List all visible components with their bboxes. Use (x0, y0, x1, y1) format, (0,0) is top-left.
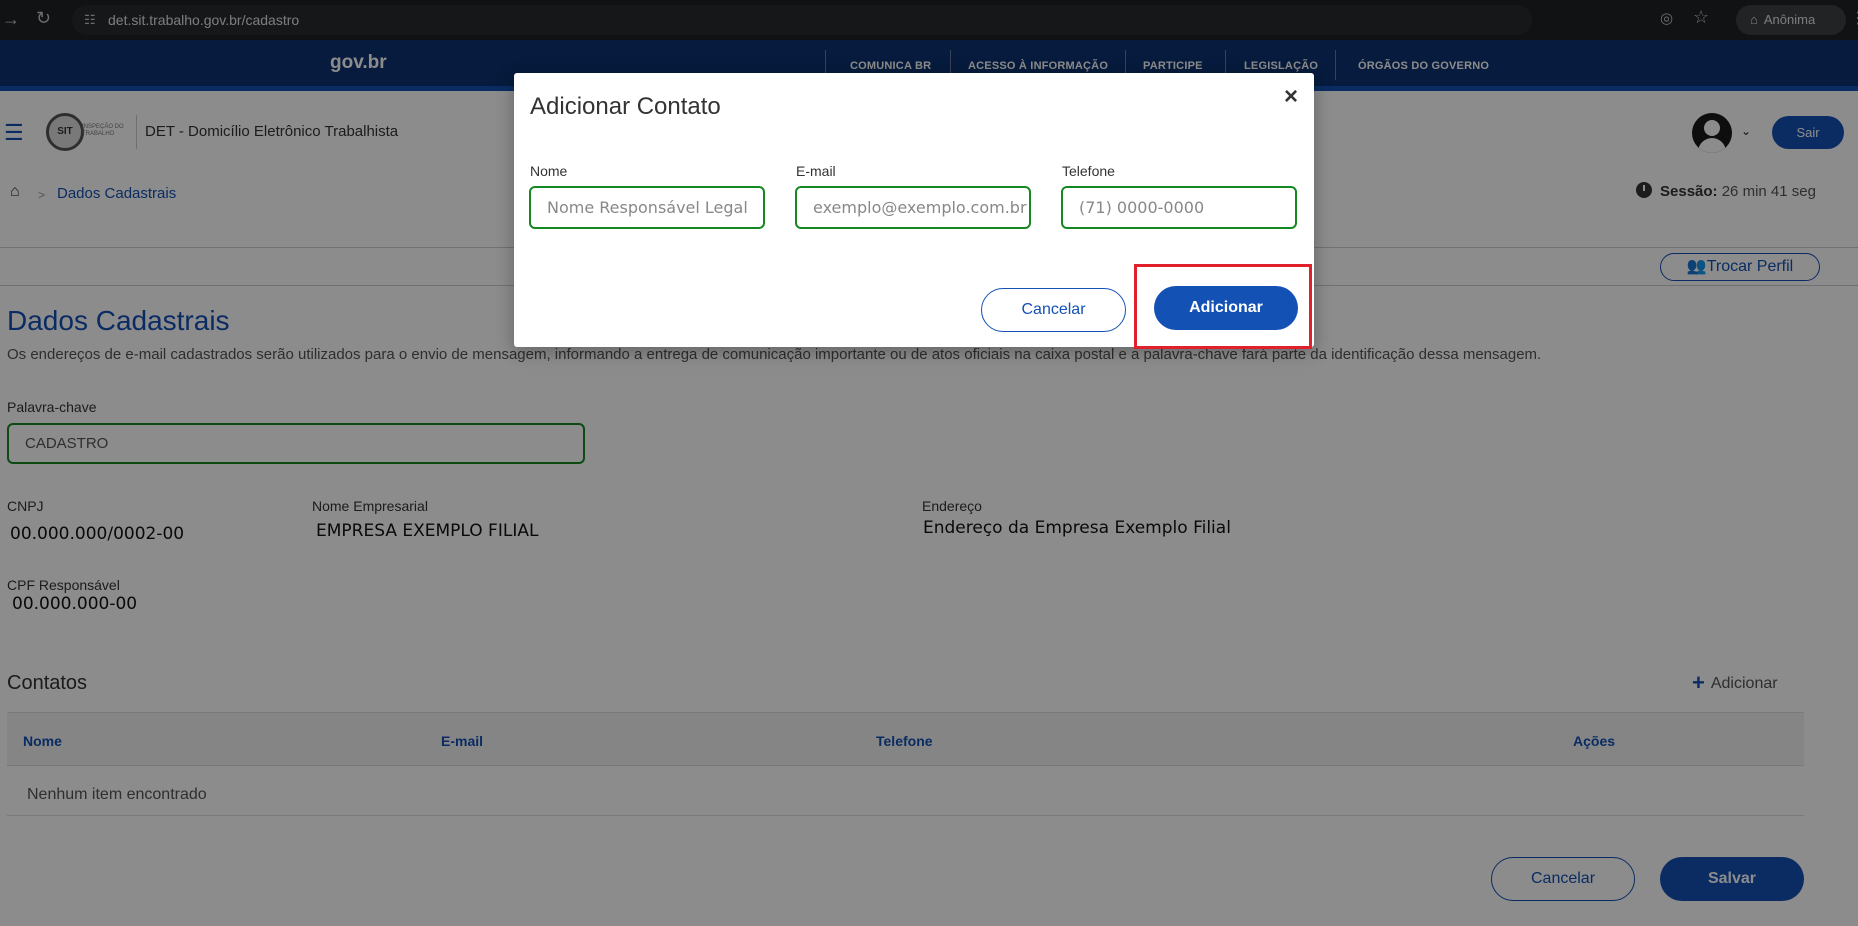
modal-cancel-button[interactable]: Cancelar (981, 288, 1126, 332)
phone-label: Telefone (1062, 163, 1115, 179)
name-input[interactable] (529, 186, 765, 229)
name-label: Nome (530, 163, 568, 179)
email-input[interactable] (795, 186, 1031, 229)
modal-title: Adicionar Contato (530, 93, 721, 120)
phone-input[interactable] (1061, 186, 1297, 229)
close-icon[interactable]: × (1284, 83, 1298, 111)
email-label: E-mail (796, 163, 836, 179)
add-contact-modal: Adicionar Contato × Nome E-mail Telefone… (514, 73, 1314, 349)
modal-add-button[interactable]: Adicionar (1154, 286, 1298, 330)
